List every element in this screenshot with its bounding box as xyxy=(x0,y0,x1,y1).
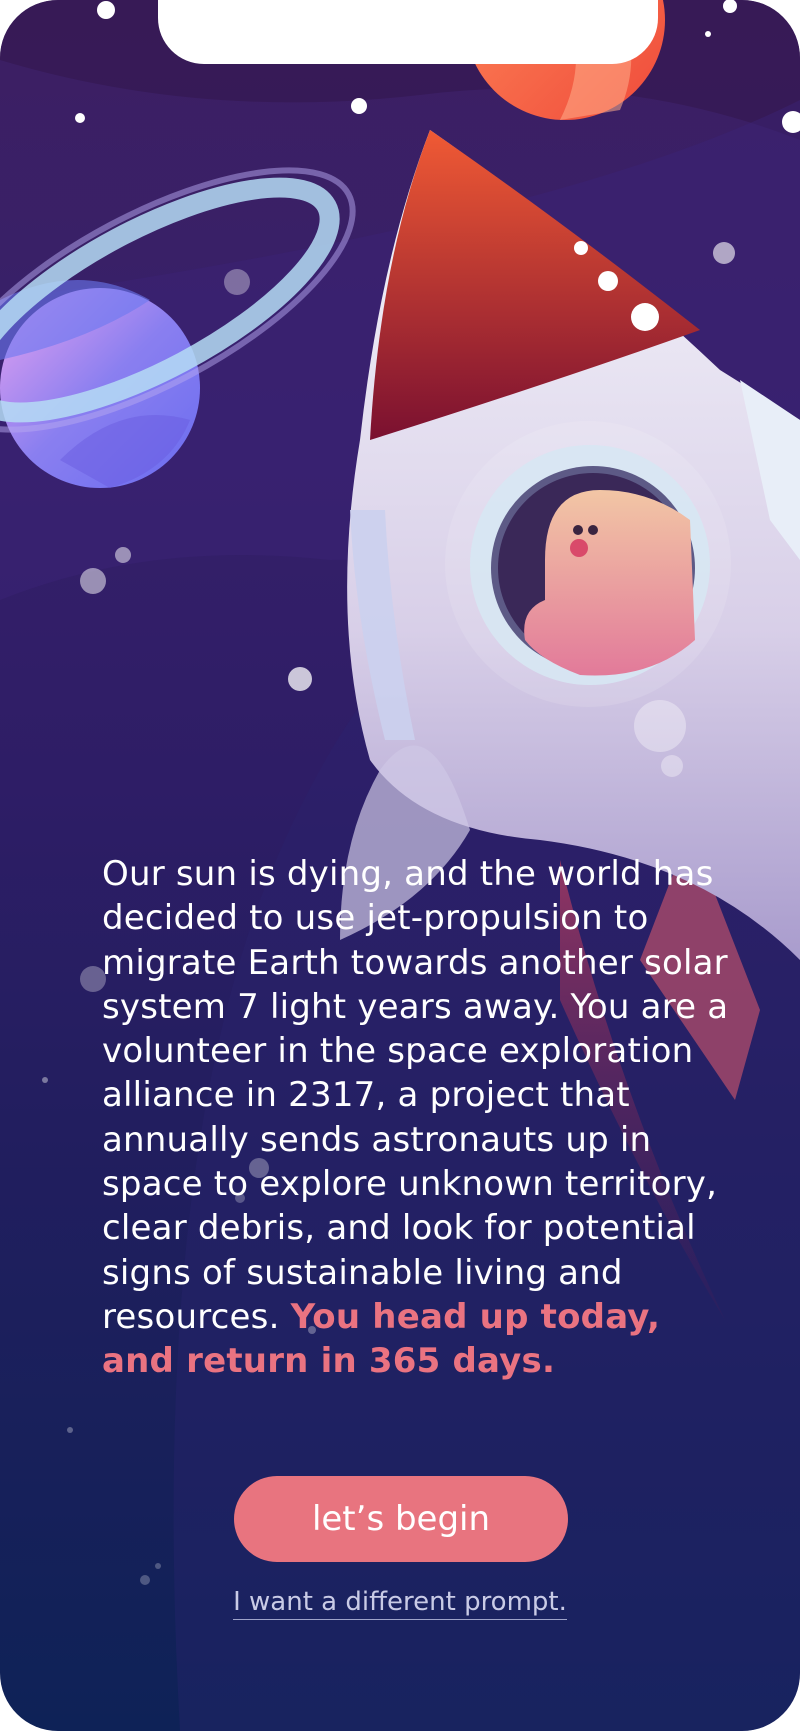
alt-prompt-row: I want a different prompt. xyxy=(0,1587,800,1620)
different-prompt-link[interactable]: I want a different prompt. xyxy=(233,1587,567,1620)
phone-screen: Our sun is dying, and the world has deci… xyxy=(0,0,800,1731)
begin-button[interactable]: let’s begin xyxy=(234,1476,568,1562)
story-body: Our sun is dying, and the world has deci… xyxy=(102,854,729,1337)
story-text: Our sun is dying, and the world has deci… xyxy=(102,852,742,1384)
device-notch xyxy=(158,0,658,64)
